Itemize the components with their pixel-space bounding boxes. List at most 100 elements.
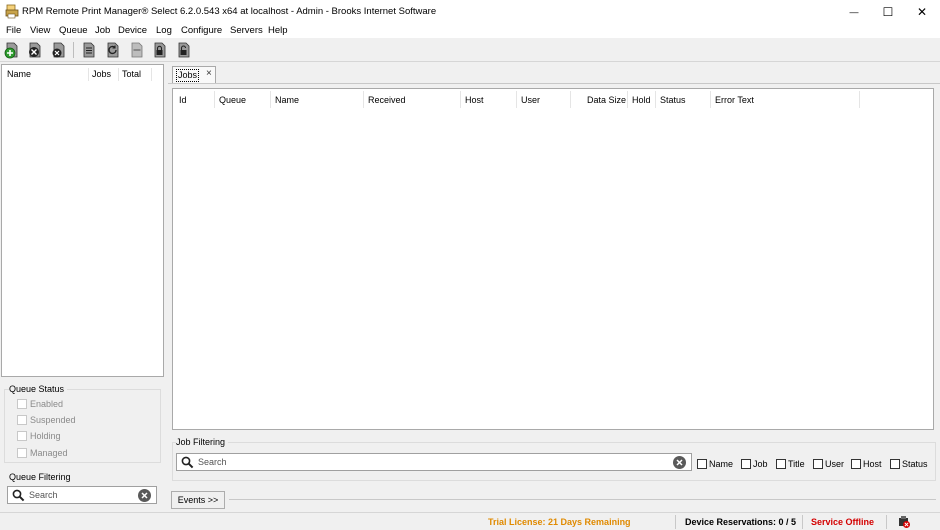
- checkbox-box[interactable]: [697, 459, 707, 469]
- title-bar[interactable]: RPM Remote Print Manager® Select 6.2.0.5…: [0, 0, 940, 24]
- checkbox-box[interactable]: [776, 459, 786, 469]
- status-divider: [675, 515, 676, 529]
- checkbox-label: Job: [753, 459, 768, 469]
- column-divider[interactable]: [859, 91, 860, 108]
- queue-search-input[interactable]: Search: [7, 486, 157, 504]
- queue-col-name[interactable]: Name: [7, 69, 31, 79]
- menu-configure[interactable]: Configure: [181, 25, 222, 36]
- pause-icon[interactable]: [128, 41, 146, 59]
- delete-queue-icon[interactable]: [26, 41, 44, 59]
- minimize-button[interactable]: —: [837, 0, 871, 24]
- checkbox-box[interactable]: [890, 459, 900, 469]
- col-status[interactable]: Status: [660, 95, 686, 105]
- filter-host-checkbox[interactable]: Host: [851, 459, 882, 469]
- service-status: Service Offline: [811, 517, 875, 527]
- maximize-button[interactable]: ☐: [871, 0, 905, 24]
- service-offline-icon: [899, 516, 910, 528]
- checkbox-label: Suspended: [30, 415, 76, 425]
- tab-label: Jobs: [176, 69, 200, 82]
- job-filtering-title: Job Filtering: [176, 437, 229, 447]
- cancel-queue-icon[interactable]: [50, 41, 68, 59]
- add-queue-icon[interactable]: [3, 41, 21, 59]
- checkbox-box[interactable]: [17, 431, 27, 441]
- job-search-input[interactable]: Search: [176, 453, 692, 471]
- menu-file[interactable]: File: [6, 25, 21, 36]
- column-divider[interactable]: [710, 91, 711, 108]
- device-reservations: Device Reservations: 0 / 5: [685, 517, 797, 527]
- menu-log[interactable]: Log: [156, 25, 172, 36]
- column-divider[interactable]: [118, 68, 119, 81]
- menu-servers[interactable]: Servers: [230, 25, 263, 36]
- checkbox-box[interactable]: [17, 399, 27, 409]
- column-divider[interactable]: [627, 91, 628, 108]
- queue-list[interactable]: Name Jobs Total: [1, 64, 164, 377]
- checkbox-box[interactable]: [851, 459, 861, 469]
- column-divider[interactable]: [460, 91, 461, 108]
- menu-device[interactable]: Device: [118, 25, 147, 36]
- column-divider[interactable]: [151, 68, 152, 81]
- queue-col-jobs[interactable]: Jobs: [92, 69, 111, 79]
- close-tab-icon[interactable]: ×: [206, 68, 212, 79]
- unlock-queue-icon[interactable]: [175, 41, 193, 59]
- checkbox-box[interactable]: [17, 448, 27, 458]
- col-name[interactable]: Name: [275, 95, 299, 105]
- column-divider[interactable]: [214, 91, 215, 108]
- col-error-text[interactable]: Error Text: [715, 95, 754, 105]
- filter-job-checkbox[interactable]: Job: [741, 459, 768, 469]
- jobs-grid[interactable]: Id Queue Name Received Host User Data Si…: [172, 88, 934, 430]
- license-status: Trial License: 21 Days Remaining: [488, 517, 631, 527]
- close-button[interactable]: ✕: [905, 0, 939, 24]
- col-host[interactable]: Host: [465, 95, 484, 105]
- menu-job[interactable]: Job: [95, 25, 110, 36]
- status-bar: Trial License: 21 Days Remaining Device …: [0, 512, 940, 530]
- col-data-size[interactable]: Data Size: [587, 95, 626, 105]
- menu-help[interactable]: Help: [268, 25, 288, 36]
- checkbox-enabled[interactable]: Enabled: [17, 399, 63, 409]
- clear-search-icon[interactable]: [137, 488, 152, 503]
- minimize-icon: —: [849, 7, 859, 17]
- queue-jobs-icon[interactable]: [80, 41, 98, 59]
- checkbox-box[interactable]: [813, 459, 823, 469]
- search-icon: [181, 456, 194, 469]
- tab-jobs[interactable]: Jobs ×: [172, 66, 216, 83]
- checkbox-holding[interactable]: Holding: [17, 431, 61, 441]
- filter-user-checkbox[interactable]: User: [813, 459, 844, 469]
- col-received[interactable]: Received: [368, 95, 406, 105]
- clear-search-icon[interactable]: [672, 455, 687, 470]
- checkbox-label: Holding: [30, 431, 61, 441]
- filter-name-checkbox[interactable]: Name: [697, 459, 733, 469]
- checkbox-label: Managed: [30, 448, 68, 458]
- events-button[interactable]: Events >>: [171, 491, 225, 509]
- maximize-icon: ☐: [882, 5, 894, 19]
- column-divider[interactable]: [270, 91, 271, 108]
- filter-status-checkbox[interactable]: Status: [890, 459, 928, 469]
- status-divider: [886, 515, 887, 529]
- column-divider[interactable]: [363, 91, 364, 108]
- lock-queue-icon[interactable]: [151, 41, 169, 59]
- column-divider[interactable]: [88, 68, 89, 81]
- search-icon: [12, 489, 25, 502]
- menu-bar: File View Queue Job Device Log Configure…: [0, 24, 940, 38]
- checkbox-label: Host: [863, 459, 882, 469]
- column-divider[interactable]: [516, 91, 517, 108]
- menu-view[interactable]: View: [30, 25, 50, 36]
- events-divider: [229, 499, 936, 500]
- column-divider[interactable]: [570, 91, 571, 108]
- checkbox-box[interactable]: [17, 415, 27, 425]
- tab-strip: Jobs ×: [168, 64, 940, 84]
- col-id[interactable]: Id: [179, 95, 187, 105]
- queue-col-total[interactable]: Total: [122, 69, 141, 79]
- col-hold[interactable]: Hold: [632, 95, 651, 105]
- col-user[interactable]: User: [521, 95, 540, 105]
- toolbar-separator: [73, 42, 74, 58]
- checkbox-box[interactable]: [741, 459, 751, 469]
- menu-queue[interactable]: Queue: [59, 25, 88, 36]
- filter-title-checkbox[interactable]: Title: [776, 459, 805, 469]
- restart-icon[interactable]: [104, 41, 122, 59]
- col-queue[interactable]: Queue: [219, 95, 246, 105]
- checkbox-suspended[interactable]: Suspended: [17, 415, 76, 425]
- column-divider[interactable]: [655, 91, 656, 108]
- checkbox-label: Status: [902, 459, 928, 469]
- toolbar: [0, 38, 940, 62]
- checkbox-managed[interactable]: Managed: [17, 448, 68, 458]
